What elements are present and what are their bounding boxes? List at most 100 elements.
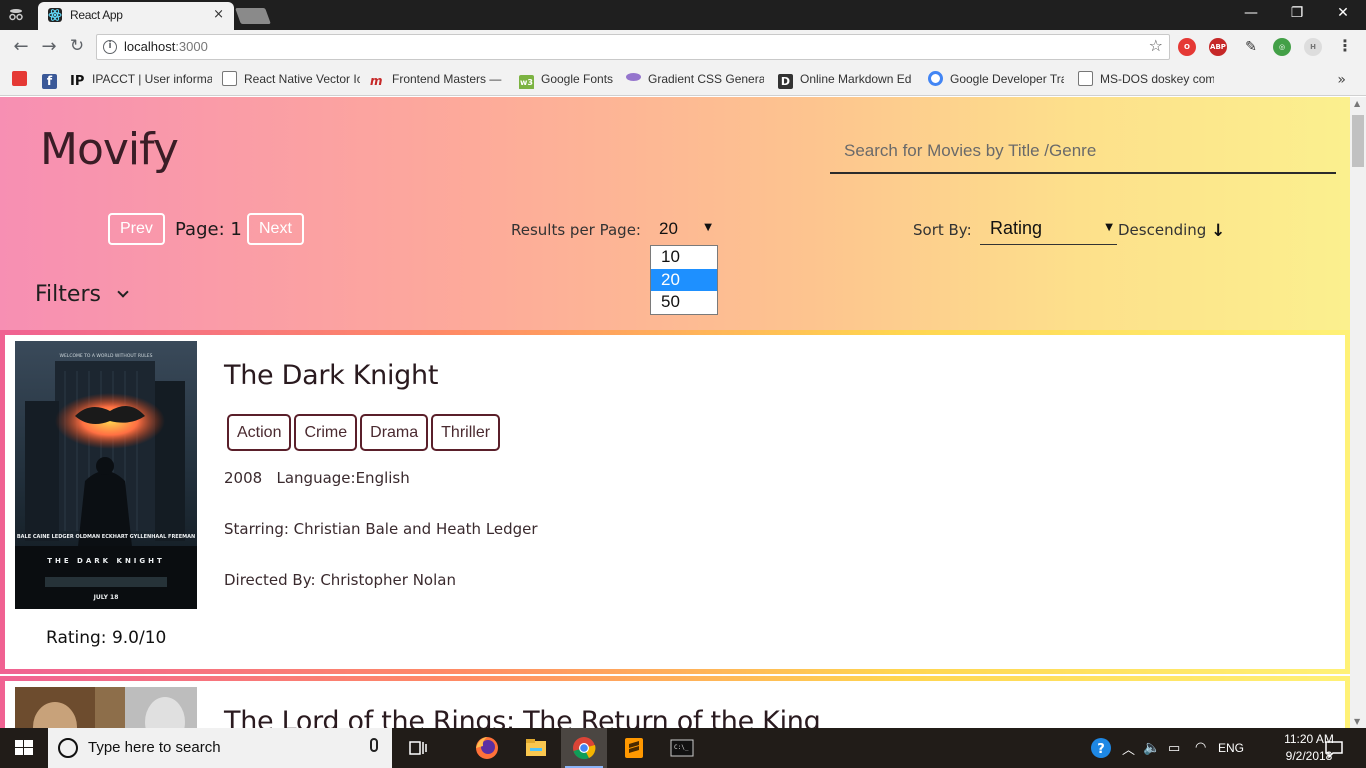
forward-icon[interactable]: → [38,36,60,57]
svg-text:?: ? [1097,742,1105,757]
poster-cast: BALE CAINE LEDGER OLDMAN ECKHART GYLLENH… [17,534,195,540]
battery-icon[interactable]: ▭ [1168,740,1180,756]
next-button[interactable]: Next [247,213,304,245]
green-circle-icon[interactable]: ◎ [1273,38,1291,56]
prev-button[interactable]: Prev [108,213,165,245]
page-viewport: Movify Prev Page: 1 Next Results per Pag… [0,97,1350,728]
movie-card[interactable]: WELCOME TO A WORLD WITHOUT RULES BALE CA… [0,330,1350,674]
genre-tag[interactable]: Thriller [431,414,501,451]
movie-poster[interactable] [15,687,197,728]
taskbar: Type here to search C:\_ ? ︿ 🔈 ▭ ◠ ENG 1… [0,728,1366,768]
tab-close-icon[interactable]: × [213,7,224,22]
genre-list: Action Crime Drama Thriller [227,414,503,451]
browser-tab[interactable]: React App × [38,2,234,30]
adobe-icon [12,71,27,86]
scroll-down-icon[interactable]: ▼ [1354,717,1360,726]
bookmark-ipacct[interactable]: IP IPACCT | User informa [70,71,212,89]
bookmark-msdos[interactable]: MS-DOS doskey com [1078,71,1214,89]
bookmark-facebook[interactable]: f [42,71,64,89]
poster-title: THE DARK KNIGHT [47,557,165,565]
genre-tag[interactable]: Action [227,414,292,451]
sort-by-label: Sort By: [913,221,972,239]
url-text[interactable]: localhost:3000 [124,39,208,54]
bookmarks-more-icon[interactable]: » [1337,72,1346,88]
svg-text:C:\_: C:\_ [674,744,689,751]
show-hidden-icons[interactable]: ︿ [1122,739,1135,758]
d-icon: D [778,74,793,89]
bookmark-frontend-masters[interactable]: m Frontend Masters — [370,71,508,89]
address-bar[interactable]: i localhost:3000 ☆ [96,34,1170,60]
minimize-button[interactable]: — [1228,5,1274,21]
bookmark-react-native-vector[interactable]: React Native Vector Ic [222,71,360,89]
task-view-icon[interactable] [404,734,432,762]
bookmark-google-fonts[interactable]: w3 Google Fonts [519,71,619,89]
movie-meta: 2008 Language:English [224,469,410,487]
chevron-down-icon [117,286,129,298]
bookmark-star-icon[interactable]: ☆ [1149,36,1163,55]
gradient-icon [626,73,641,81]
dropdown-caret-icon: ▼ [1105,222,1113,233]
genre-tag[interactable]: Drama [360,414,429,451]
bookmark-google-developer[interactable]: Google Developer Tra [928,71,1064,89]
results-option-10[interactable]: 10 [651,246,717,269]
info-icon[interactable]: i [103,40,117,54]
taskbar-search-placeholder: Type here to search [88,739,221,756]
sublime-text-icon[interactable] [620,734,648,762]
close-window-button[interactable]: ✕ [1320,5,1366,21]
menu-icon[interactable]: ⋮ [1336,38,1354,56]
volume-icon[interactable]: 🔈 [1143,739,1160,756]
sort-by-select[interactable]: Rating ▼ [980,213,1117,245]
poster-tagline: WELCOME TO A WORLD WITHOUT RULES [60,353,153,359]
movie-language: Language:English [276,469,410,487]
results-option-20[interactable]: 20 [651,268,717,291]
back-icon[interactable]: ← [10,36,32,57]
movie-title[interactable]: The Dark Knight [224,360,438,391]
maximize-button[interactable]: ❐ [1274,5,1320,21]
help-icon[interactable]: ? [1088,734,1116,762]
new-tab-button[interactable] [235,8,271,24]
firefox-icon[interactable] [473,734,501,762]
incognito-icon [9,9,23,21]
sort-order-toggle[interactable]: Descending ↓ [1118,221,1225,241]
scrollbar-thumb[interactable] [1352,115,1364,167]
scroll-up-icon[interactable]: ▲ [1354,99,1360,108]
arrow-down-icon: ↓ [1211,221,1226,241]
reload-icon[interactable]: ↻ [66,36,88,56]
h-icon[interactable]: H [1304,38,1322,56]
bookmark-markdown[interactable]: D Online Markdown Ed [778,71,914,89]
browser-toolbar: ← → ↻ i localhost:3000 ☆ [0,30,1366,64]
language-indicator[interactable]: ENG [1218,741,1244,755]
genre-tag[interactable]: Crime [294,414,358,451]
fm-icon: m [370,74,383,88]
react-icon [48,8,62,22]
microphone-icon[interactable] [370,738,378,752]
movie-card[interactable]: The Lord of the Rings: The Return of the… [0,676,1350,728]
poster-date: JULY 18 [93,594,119,601]
bookmark-adobe[interactable] [12,71,34,89]
results-option-50[interactable]: 50 [651,291,717,314]
ip-icon: IP [70,74,85,89]
page-number: Page: 1 [175,219,242,240]
movie-title[interactable]: The Lord of the Rings: The Return of the… [224,706,821,728]
bookmark-gradient-css[interactable]: Gradient CSS Generat [626,71,764,89]
notifications-icon[interactable] [1320,734,1348,762]
movie-poster[interactable]: WELCOME TO A WORLD WITHOUT RULES BALE CA… [15,341,197,609]
results-per-page-select[interactable]: 20 ▼ [650,215,718,243]
adblock-plus-icon[interactable]: ABP [1209,38,1227,56]
dropdown-caret-icon: ▼ [704,222,712,233]
windows-start-icon[interactable] [0,728,48,768]
search-input[interactable] [830,129,1336,174]
terminal-icon[interactable]: C:\_ [668,734,696,762]
sort-by-value: Rating [990,218,1043,238]
wifi-icon[interactable]: ◠ [1195,739,1206,755]
file-explorer-icon[interactable] [522,734,550,762]
filters-toggle[interactable]: Filters [35,282,129,307]
page-scrollbar[interactable]: ▲ ▼ [1350,97,1366,728]
tab-title: React App [70,8,123,22]
movie-director: Directed By: Christopher Nolan [224,571,456,589]
browser-tab-strip: React App × — ❐ ✕ [0,0,1366,30]
taskbar-search-input[interactable]: Type here to search [48,728,392,768]
eyedropper-icon[interactable]: ✎ [1242,38,1260,56]
chrome-icon[interactable] [570,734,598,762]
opera-icon[interactable]: O [1178,38,1196,56]
